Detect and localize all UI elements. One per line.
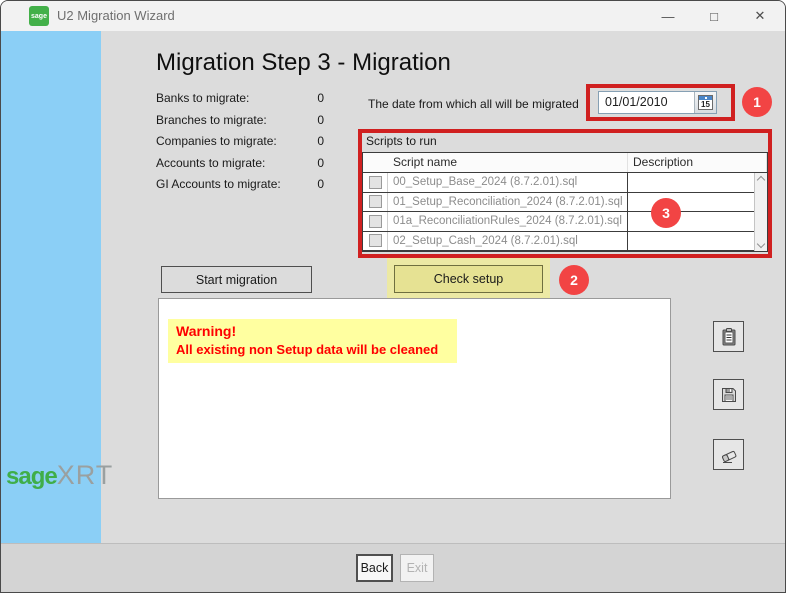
save-log-button[interactable] xyxy=(713,379,744,410)
bottom-bar xyxy=(1,543,785,593)
logo-sage: sage xyxy=(6,463,57,491)
script-checkbox[interactable] xyxy=(369,215,382,228)
stat-branches: Branches to migrate: 0 xyxy=(156,113,324,135)
window-title: U2 Migration Wizard xyxy=(57,1,175,31)
maximize-icon: □ xyxy=(710,9,718,24)
annotation-badge-2: 2 xyxy=(559,265,589,295)
stat-value: 0 xyxy=(317,113,324,135)
script-description-cell[interactable] xyxy=(628,193,754,212)
column-header-description: Description xyxy=(628,153,767,172)
stat-value: 0 xyxy=(317,134,324,156)
sidebar: sage XRT xyxy=(1,31,101,543)
warning-title: Warning! xyxy=(176,322,457,341)
header-checkbox-column xyxy=(363,153,388,172)
clear-log-button[interactable] xyxy=(713,439,744,470)
close-icon: ✕ xyxy=(755,8,766,24)
window-controls: — □ ✕ xyxy=(645,1,783,31)
table-scrollbar[interactable] xyxy=(754,173,767,251)
save-icon xyxy=(719,385,739,405)
title-bar[interactable]: sage U2 Migration Wizard — □ ✕ xyxy=(1,1,785,31)
table-row[interactable]: 00_Setup_Base_2024 (8.7.2.01).sql xyxy=(363,173,754,193)
stat-label: Companies to migrate: xyxy=(156,134,277,156)
sage-icon-text: sage xyxy=(31,13,47,20)
annotation-badge-1: 1 xyxy=(742,87,772,117)
exit-button: Exit xyxy=(400,554,434,582)
script-name-cell[interactable]: 02_Setup_Cash_2024 (8.7.2.01).sql xyxy=(388,232,628,251)
scroll-up-icon[interactable] xyxy=(757,176,765,184)
scripts-table-header: Script name Description xyxy=(363,153,767,173)
scripts-table-body: 00_Setup_Base_2024 (8.7.2.01).sql 01_Set… xyxy=(363,173,767,251)
warning-text: All existing non Setup data will be clea… xyxy=(176,341,457,358)
maximize-button[interactable]: □ xyxy=(691,1,737,31)
stat-label: Accounts to migrate: xyxy=(156,156,265,178)
sage-app-icon: sage xyxy=(29,6,49,26)
page-title: Migration Step 3 - Migration xyxy=(156,49,451,77)
copy-log-button[interactable] xyxy=(713,321,744,352)
calendar-dropdown-button[interactable]: 15 xyxy=(694,92,716,113)
script-checkbox[interactable] xyxy=(369,195,382,208)
close-button[interactable]: ✕ xyxy=(737,1,783,31)
minimize-button[interactable]: — xyxy=(645,1,691,31)
scripts-table[interactable]: Script name Description 00_Setup_Base_20… xyxy=(362,152,768,252)
calendar-icon: 15 xyxy=(698,95,713,110)
script-checkbox[interactable] xyxy=(369,176,382,189)
app-window: sage U2 Migration Wizard — □ ✕ sage XRT … xyxy=(0,0,786,593)
scripts-group-label: Scripts to run xyxy=(366,134,437,148)
sage-xrt-logo: sage XRT xyxy=(6,460,113,491)
stat-label: GI Accounts to migrate: xyxy=(156,177,281,199)
row-checkbox-cell xyxy=(363,193,388,212)
stat-banks: Banks to migrate: 0 xyxy=(156,91,324,113)
migration-date-label: The date from which all will be migrated xyxy=(368,97,579,111)
script-name-cell[interactable]: 01_Setup_Reconciliation_2024 (8.7.2.01).… xyxy=(388,193,628,212)
stat-label: Banks to migrate: xyxy=(156,91,249,113)
stat-value: 0 xyxy=(317,156,324,178)
script-description-cell[interactable] xyxy=(628,212,754,231)
table-row[interactable]: 02_Setup_Cash_2024 (8.7.2.01).sql xyxy=(363,232,754,252)
stat-value: 0 xyxy=(317,177,324,199)
row-checkbox-cell xyxy=(363,232,388,251)
stat-accounts: Accounts to migrate: 0 xyxy=(156,156,324,178)
minimize-icon: — xyxy=(662,9,675,24)
check-setup-button[interactable]: Check setup xyxy=(394,265,543,293)
logo-xrt: XRT xyxy=(57,460,114,491)
migration-stats: Banks to migrate: 0 Branches to migrate:… xyxy=(156,91,324,199)
date-input[interactable]: 01/01/2010 xyxy=(599,92,694,113)
column-header-script-name: Script name xyxy=(388,153,628,172)
table-row[interactable]: 01_Setup_Reconciliation_2024 (8.7.2.01).… xyxy=(363,193,754,213)
script-name-cell[interactable]: 01a_ReconciliationRules_2024 (8.7.2.01).… xyxy=(388,212,628,231)
script-description-cell[interactable] xyxy=(628,232,754,251)
script-checkbox[interactable] xyxy=(369,234,382,247)
scroll-down-icon[interactable] xyxy=(757,240,765,248)
row-checkbox-cell xyxy=(363,212,388,231)
stat-companies: Companies to migrate: 0 xyxy=(156,134,324,156)
row-checkbox-cell xyxy=(363,173,388,192)
table-row[interactable]: 01a_ReconciliationRules_2024 (8.7.2.01).… xyxy=(363,212,754,232)
warning-message: Warning! All existing non Setup data wil… xyxy=(168,319,457,363)
migration-log-panel[interactable]: Warning! All existing non Setup data wil… xyxy=(158,298,671,499)
migration-date-picker[interactable]: 01/01/2010 15 xyxy=(598,91,717,114)
clipboard-icon xyxy=(719,327,739,347)
stat-gl-accounts: GI Accounts to migrate: 0 xyxy=(156,177,324,199)
stat-value: 0 xyxy=(317,91,324,113)
script-description-cell[interactable] xyxy=(628,173,754,192)
eraser-icon xyxy=(719,445,739,465)
calendar-day: 15 xyxy=(699,100,712,109)
script-name-cell[interactable]: 00_Setup_Base_2024 (8.7.2.01).sql xyxy=(388,173,628,192)
stat-label: Branches to migrate: xyxy=(156,113,267,135)
start-migration-button[interactable]: Start migration xyxy=(161,266,312,293)
back-button[interactable]: Back xyxy=(356,554,393,582)
